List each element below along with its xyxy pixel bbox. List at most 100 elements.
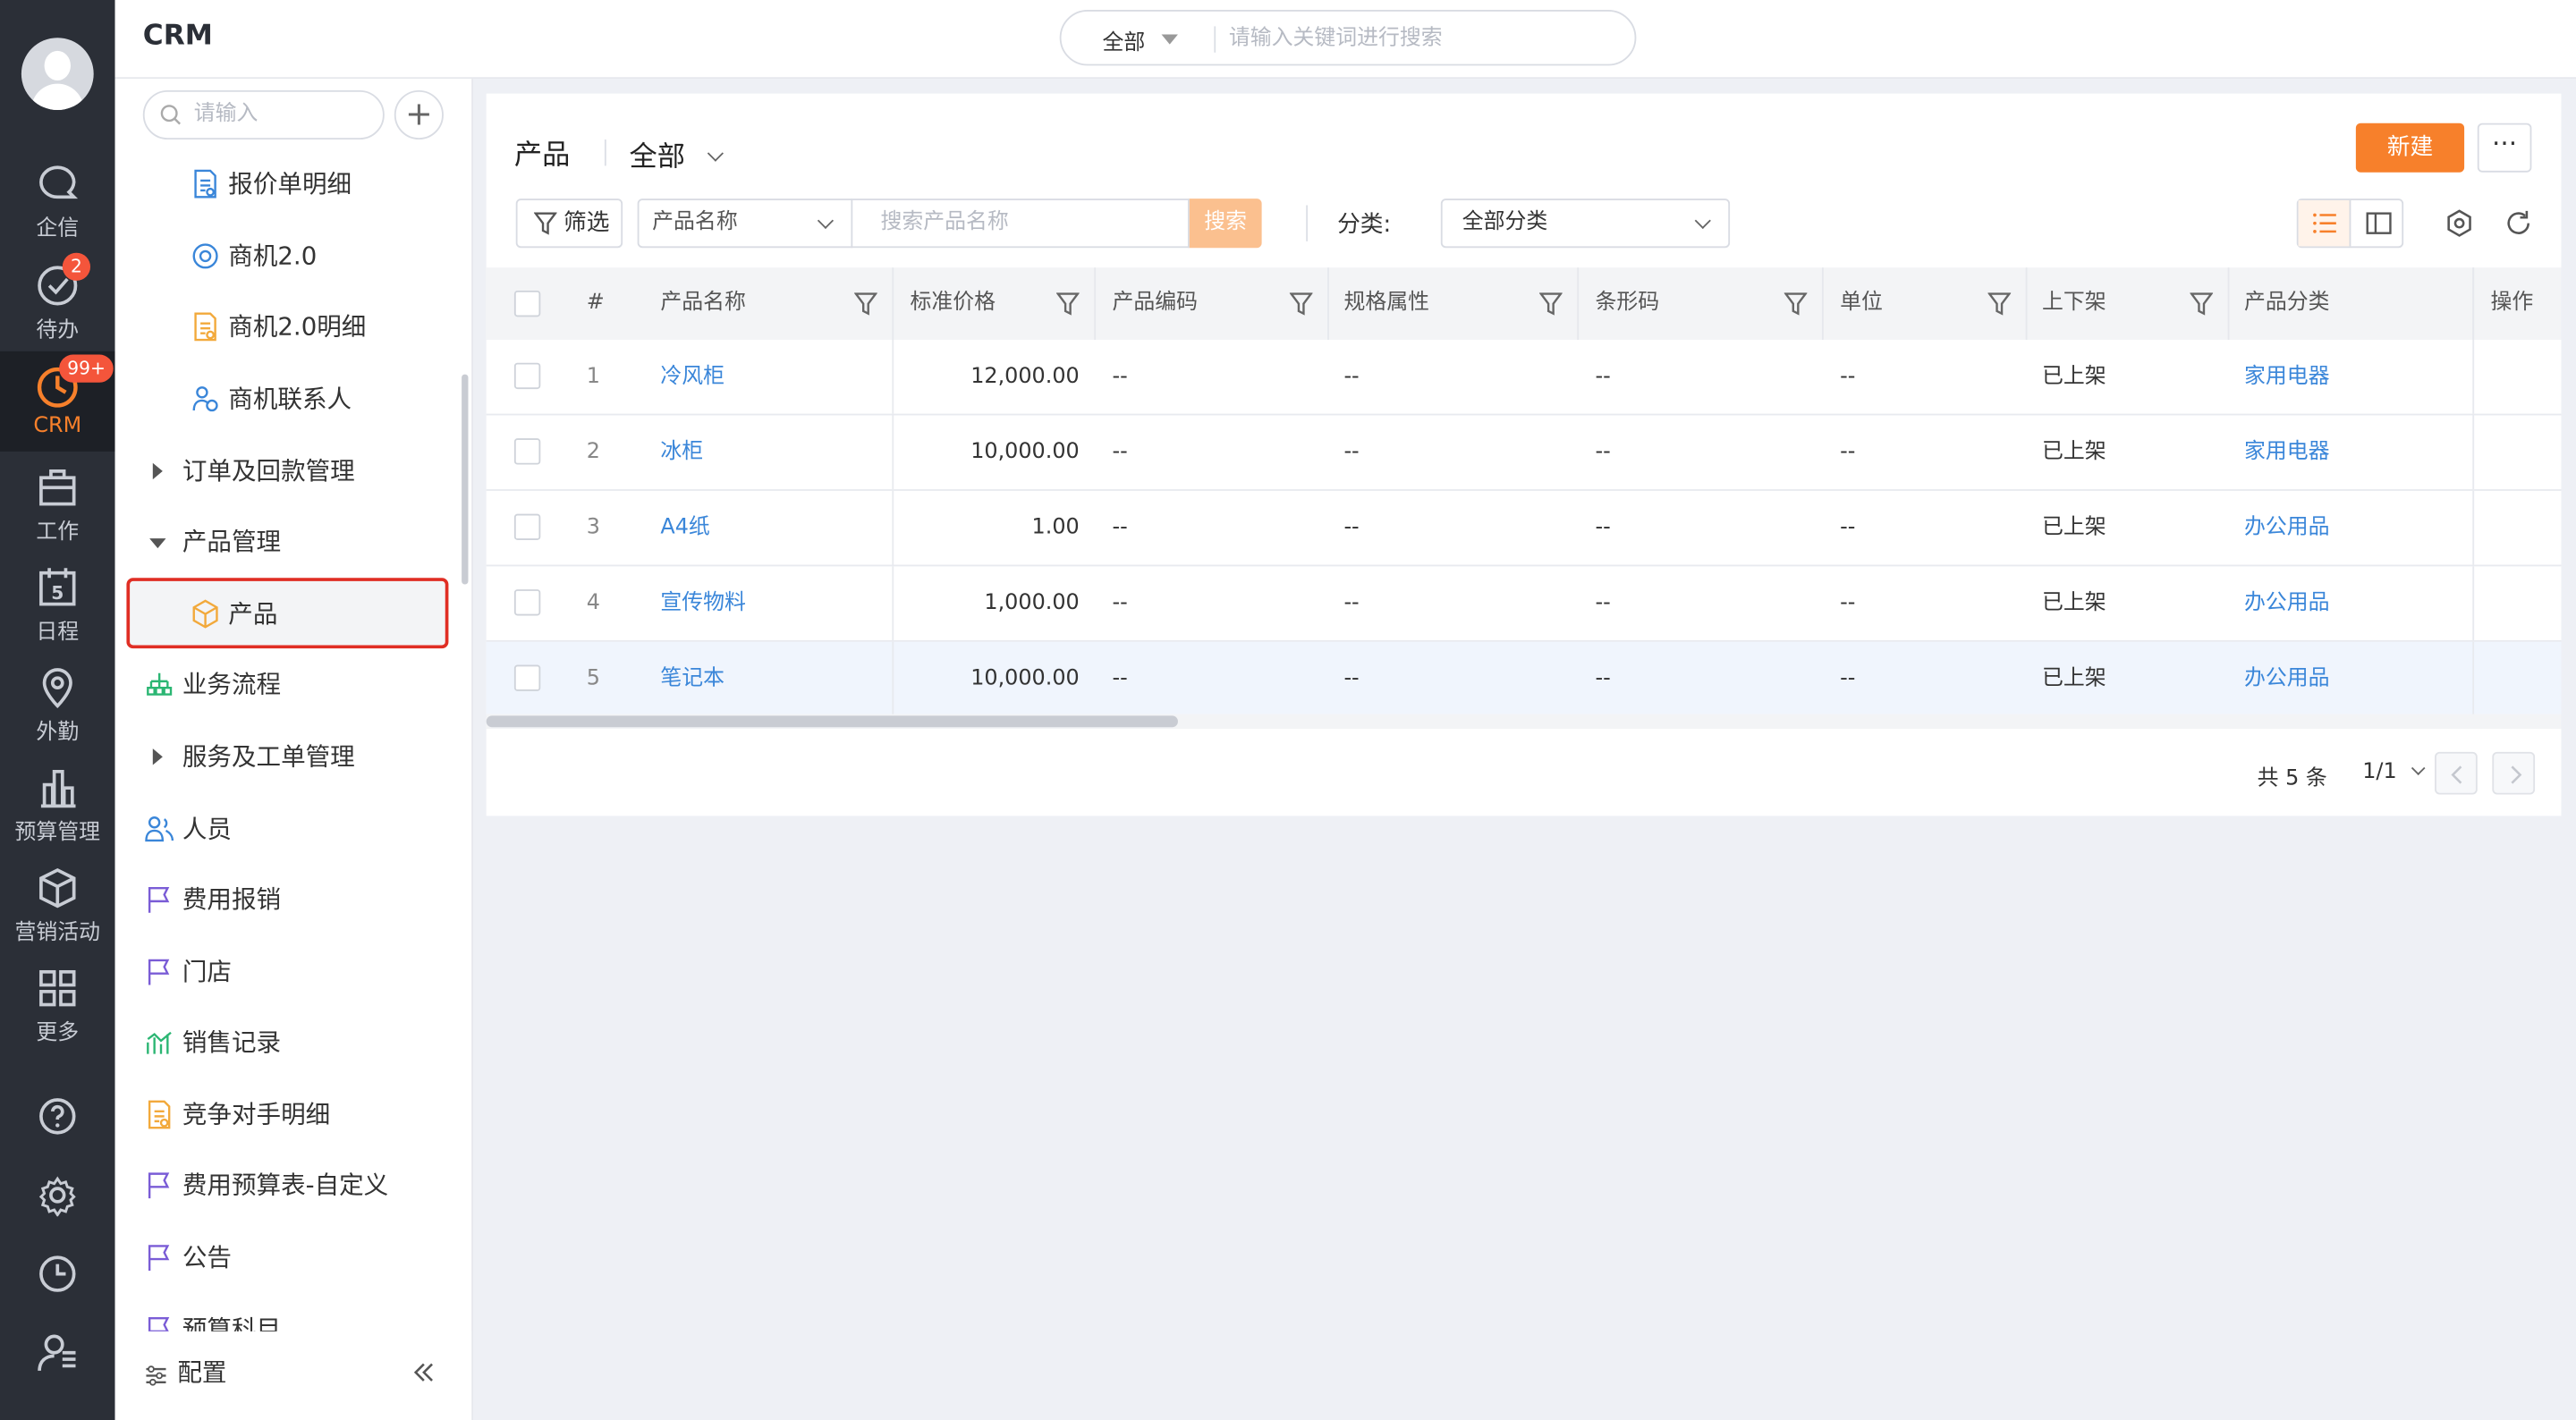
spec-attribute: -- [1343, 515, 1360, 540]
rail-item-todo[interactable]: 待办 2 [0, 252, 115, 363]
table-row[interactable]: 1 冷风柜 12,000.00 -- -- -- -- 已上架 家用电器 [486, 340, 2562, 416]
table-row[interactable]: 5 笔记本 10,000.00 -- -- -- -- 已上架 办公用品 [486, 641, 2562, 718]
row-checkbox[interactable] [513, 362, 541, 390]
product-name-link[interactable]: 笔记本 [660, 642, 874, 716]
sidebar-scrollbar[interactable] [462, 374, 469, 585]
total-count: 共 5 条 [2257, 766, 2327, 791]
sidebar-item[interactable]: 门店 [115, 939, 461, 1004]
table-row[interactable]: 3 A4纸 1.00 -- -- -- -- 已上架 办公用品 [486, 490, 2562, 567]
top-bar: CRM 全部 [114, 0, 2576, 80]
sidebar-item-label: 销售记录 [182, 1027, 282, 1058]
row-checkbox[interactable] [513, 513, 541, 540]
settings-button[interactable] [0, 1174, 115, 1223]
page-select[interactable]: 1/1 [2362, 760, 2426, 785]
sidebar-item[interactable]: 竞争对手明细 [115, 1082, 461, 1147]
product-name-link[interactable]: A4纸 [660, 491, 874, 565]
column-filter-icon[interactable] [1289, 292, 1313, 317]
category-select-value: 全部分类 [1462, 209, 1548, 235]
collapse-sidebar-icon[interactable] [412, 1361, 436, 1384]
filter-button[interactable]: 筛选 [515, 199, 623, 249]
product-search-input[interactable]: 搜索产品名称 [851, 199, 1190, 249]
sidebar-item[interactable]: 商机2.0 [115, 224, 461, 289]
config-button[interactable]: 配置 [177, 1355, 226, 1390]
column-header: 规格属性 [1343, 290, 1429, 316]
view-select[interactable]: 全部 [629, 133, 724, 174]
category-select[interactable]: 全部分类 [1440, 199, 1731, 249]
column-filter-icon[interactable] [1987, 292, 2012, 317]
rail-item-budget[interactable]: 预算管理 [0, 765, 115, 866]
sidebar-item[interactable]: 产品 [115, 581, 461, 647]
sidebar-item-label: 商机2.0明细 [228, 311, 367, 342]
sidebar-item[interactable]: 产品管理 [115, 509, 461, 574]
product-category-link[interactable]: 办公用品 [2244, 566, 2441, 640]
sidebar-item[interactable]: 业务流程 [115, 652, 461, 717]
sidebar-item[interactable]: 商机2.0明细 [115, 294, 461, 359]
user-avatar[interactable] [21, 38, 94, 111]
settings-icon[interactable] [2445, 208, 2474, 238]
sidebar-search[interactable] [142, 89, 385, 140]
row-checkbox[interactable] [513, 438, 541, 465]
column-filter-icon[interactable] [1784, 292, 1808, 317]
history-button[interactable] [0, 1253, 115, 1302]
caret-down-icon[interactable] [1161, 34, 1178, 45]
scrollbar-thumb[interactable] [486, 715, 1178, 728]
rail-item-calendar[interactable]: 5 日程 [0, 565, 115, 665]
next-page-button[interactable] [2492, 751, 2536, 795]
sidebar-item-label: 费用报销 [182, 884, 282, 915]
table-row[interactable]: 4 宣传物料 1,000.00 -- -- -- -- 已上架 办公用品 [486, 566, 2562, 642]
search-button[interactable]: 搜索 [1189, 199, 1262, 249]
app-title: CRM [142, 20, 213, 53]
column-filter-icon[interactable] [1056, 292, 1080, 317]
global-search[interactable]: 全部 [1059, 10, 1637, 66]
horizontal-scrollbar[interactable] [486, 714, 2562, 730]
product-name-link[interactable]: 冰柜 [660, 415, 874, 489]
search-scope-select[interactable]: 全部 [1102, 25, 1145, 56]
sidebar-item[interactable]: 费用报销 [115, 866, 461, 932]
rail-item-chat[interactable]: 企信 [0, 161, 115, 261]
listing-status: 已上架 [2042, 364, 2106, 390]
new-button[interactable]: 新建 [2355, 123, 2465, 173]
more-actions-button[interactable]: ··· [2477, 123, 2532, 173]
column-filter-icon[interactable] [854, 292, 877, 317]
product-category-link[interactable]: 家用电器 [2244, 415, 2441, 489]
list-view-button[interactable] [2298, 199, 2351, 247]
sidebar-item-label: 人员 [182, 814, 233, 844]
sidebar-item[interactable]: 报价单明细 [115, 151, 461, 216]
product-category-link[interactable]: 办公用品 [2244, 642, 2441, 716]
sidebar-item[interactable]: 服务及工单管理 [115, 724, 461, 790]
sidebar-search-input[interactable] [193, 101, 375, 127]
column-filter-icon[interactable] [1539, 292, 1563, 317]
rail-item-field[interactable]: 外勤 [0, 665, 115, 765]
refresh-icon[interactable] [2504, 208, 2533, 238]
sidebar-item[interactable]: 费用预算表-自定义 [115, 1153, 461, 1218]
sidebar-item[interactable]: 订单及回款管理 [115, 438, 461, 503]
global-search-input[interactable] [1228, 21, 1607, 55]
sidebar-item[interactable]: 商机联系人 [115, 366, 461, 431]
select-all-checkbox[interactable] [513, 290, 541, 317]
add-menu-button[interactable]: + [394, 89, 444, 140]
sidebar-item-label: 产品 [228, 599, 278, 630]
product-category-link[interactable]: 家用电器 [2244, 340, 2441, 414]
prev-page-button[interactable] [2435, 751, 2478, 795]
rail-item-marketing[interactable]: 营销活动 [0, 865, 115, 965]
bar-chart-icon [40, 770, 76, 808]
sidebar-item[interactable]: 人员 [115, 796, 461, 861]
product-name-link[interactable]: 宣传物料 [660, 566, 874, 640]
split-view-button[interactable] [2352, 200, 2403, 246]
help-button[interactable] [0, 1095, 115, 1145]
rail-item-crm[interactable]: CRM 99+ [0, 351, 115, 452]
product-name-link[interactable]: 冷风柜 [660, 340, 874, 414]
user-settings-button[interactable] [0, 1331, 115, 1381]
search-field-select[interactable]: 产品名称 [637, 199, 853, 249]
table-row[interactable]: 2 冰柜 10,000.00 -- -- -- -- 已上架 家用电器 [486, 415, 2562, 491]
sidebar-item[interactable]: 销售记录 [115, 1010, 461, 1075]
sidebar-item[interactable]: 公告 [115, 1225, 461, 1290]
row-checkbox[interactable] [513, 589, 541, 616]
rail-item-more[interactable]: 更多 [0, 965, 115, 1065]
product-category-link[interactable]: 办公用品 [2244, 491, 2441, 565]
rail-item-work[interactable]: 工作 [0, 465, 115, 565]
chevron-left-icon [2451, 765, 2462, 784]
column-filter-icon[interactable] [2190, 292, 2214, 317]
row-checkbox[interactable] [513, 664, 541, 691]
product-box-icon [192, 599, 218, 629]
